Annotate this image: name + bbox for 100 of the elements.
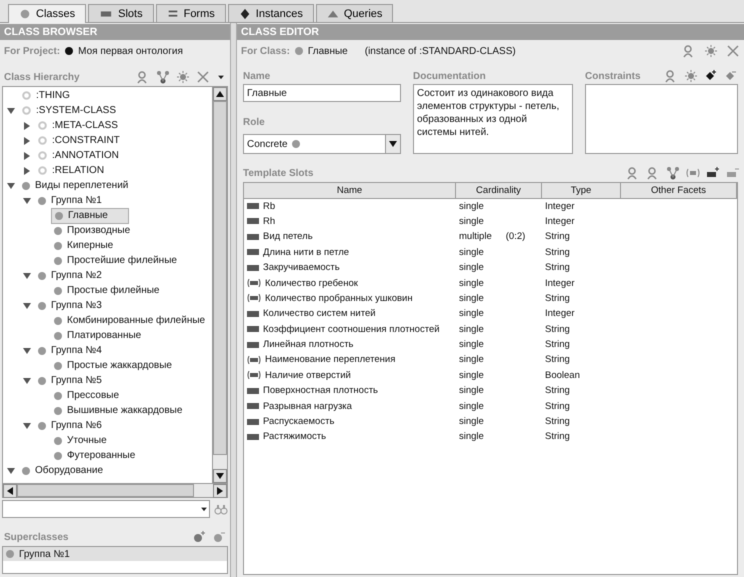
slot-icon xyxy=(247,326,259,332)
tree-node[interactable]: Простейшие филейные xyxy=(51,254,180,268)
tree-node[interactable]: :META-CLASS xyxy=(35,118,121,132)
expanded-triangle-icon[interactable] xyxy=(23,346,31,354)
tree-node[interactable]: :ANNOTATION xyxy=(35,148,122,162)
column-header[interactable]: Cardinality xyxy=(456,183,542,199)
tree-node[interactable]: Виды переплетений xyxy=(19,178,132,192)
expanded-triangle-icon[interactable] xyxy=(23,422,31,430)
diamond-remove-icon[interactable] xyxy=(724,69,738,83)
section-label: Class Hierarchy xyxy=(4,72,80,82)
tab[interactable]: Classes xyxy=(8,4,86,23)
table-cell-text: single xyxy=(458,308,485,320)
left-arrow-icon[interactable] xyxy=(7,487,13,495)
vertical-scrollbar[interactable] xyxy=(212,87,227,483)
table-cell: Растяжимость xyxy=(244,431,456,442)
tab[interactable]: Slots xyxy=(88,4,154,22)
nodes-icon[interactable] xyxy=(156,70,170,84)
table-cell-text: single xyxy=(458,385,485,396)
collapsed-triangle-icon[interactable] xyxy=(23,122,31,130)
tree-node[interactable]: :RELATION xyxy=(35,164,108,178)
field-label: Constraints xyxy=(585,70,641,82)
tree-node[interactable]: Группа №2 xyxy=(35,268,105,282)
column-header[interactable]: Type xyxy=(542,183,621,199)
constraints-field[interactable] xyxy=(585,84,738,154)
bracketed-slot-icon xyxy=(247,356,261,364)
caret-icon[interactable] xyxy=(389,141,397,147)
expanded-triangle-icon[interactable] xyxy=(7,182,15,190)
search-field[interactable] xyxy=(2,500,210,518)
tree-node[interactable]: Оборудование xyxy=(19,464,106,478)
tree-node[interactable]: :SYSTEM-CLASS xyxy=(19,104,120,118)
sun-icon[interactable] xyxy=(176,70,190,84)
tree-node[interactable]: Группа №1 xyxy=(35,194,105,208)
slot-add-icon[interactable] xyxy=(706,166,720,180)
collapsed-triangle-icon[interactable] xyxy=(23,166,31,174)
tree-node[interactable]: Прессовые xyxy=(51,388,122,402)
table-cell-text: String xyxy=(544,400,571,412)
nodes-icon[interactable] xyxy=(666,166,680,180)
tree-node[interactable]: :CONSTRAINT xyxy=(35,134,123,148)
bracketed-slot-icon xyxy=(247,279,261,288)
table-cell-text: String xyxy=(544,231,571,242)
circle-add-icon[interactable] xyxy=(192,530,206,544)
table-cell: Закручиваемость xyxy=(244,262,456,274)
superclass-item[interactable]: Группа №1 xyxy=(3,547,227,561)
column-header[interactable]: Name xyxy=(244,183,456,199)
sun-icon[interactable] xyxy=(684,69,698,83)
expanded-triangle-icon[interactable] xyxy=(23,272,31,280)
role-dropdown[interactable]: Concrete xyxy=(243,134,401,154)
slot-icon xyxy=(247,310,259,317)
table-cell: Rh xyxy=(244,216,456,227)
horizontal-scrollbar[interactable] xyxy=(3,483,227,497)
right-arrow-icon[interactable] xyxy=(217,487,223,495)
table-cell: Разрывная нагрузка xyxy=(244,400,456,412)
class-icon xyxy=(292,140,300,148)
tree-node[interactable]: Вышивные жаккардовые xyxy=(51,404,186,418)
class-name: Главные xyxy=(308,46,348,56)
tree-node[interactable]: Группа №6 xyxy=(35,418,105,432)
tree-node[interactable]: :THING xyxy=(19,88,73,102)
documentation-field[interactable]: Состоит из одинакового вида элементов структуры - петель, образованных из одной системы нитей. xyxy=(413,84,573,154)
field-label: Name xyxy=(243,70,270,82)
table-cell-text: single xyxy=(458,262,485,274)
section-label: Template Slots xyxy=(243,168,314,178)
tree-node[interactable]: Группа №4 xyxy=(35,344,105,358)
tree-node[interactable]: Киперные xyxy=(51,238,116,252)
tree-node[interactable]: Производные xyxy=(51,224,134,238)
tree-node[interactable]: Футерованные xyxy=(51,448,138,462)
tree-node[interactable]: Уточные xyxy=(51,434,110,448)
tree-node[interactable]: Простые жаккардовые xyxy=(51,358,175,372)
close-icon[interactable] xyxy=(726,44,740,58)
expanded-triangle-icon[interactable] xyxy=(23,376,31,384)
expanded-triangle-icon[interactable] xyxy=(7,106,15,114)
table-cell-text: single xyxy=(458,416,485,428)
tree-node[interactable]: Комбинированные филейные xyxy=(51,314,208,328)
table-cell-text: String xyxy=(544,339,571,350)
column-header[interactable]: Other Facets xyxy=(621,183,737,199)
tree-node[interactable]: Простые филейные xyxy=(51,284,162,298)
tab[interactable]: Queries xyxy=(316,4,394,22)
table-cell-text: single xyxy=(458,324,485,335)
tab[interactable]: Instances xyxy=(228,4,314,22)
expanded-triangle-icon[interactable] xyxy=(23,196,31,204)
table-cell-text: String xyxy=(544,354,571,366)
tree-node[interactable]: Платированные xyxy=(51,328,144,342)
diamond-add-icon[interactable] xyxy=(704,69,718,83)
tab[interactable]: Forms xyxy=(156,4,226,22)
bracketed-slot-icon xyxy=(247,294,261,302)
expanded-triangle-icon[interactable] xyxy=(7,466,15,474)
collapsed-triangle-icon[interactable] xyxy=(23,136,31,144)
expanded-triangle-icon[interactable] xyxy=(23,302,31,310)
close-icon[interactable] xyxy=(196,70,210,84)
project-label: For Project: xyxy=(4,46,60,56)
class-icon xyxy=(294,47,303,55)
tree-node[interactable]: Главные xyxy=(51,208,129,224)
down-arrow-icon[interactable] xyxy=(216,473,224,479)
up-arrow-icon[interactable] xyxy=(216,91,224,97)
bracketed-slot-icon[interactable] xyxy=(686,166,700,180)
tree-node[interactable]: Группа №5 xyxy=(35,374,105,388)
tree-node[interactable]: Группа №3 xyxy=(35,298,105,312)
sun-icon[interactable] xyxy=(704,44,718,58)
name-field[interactable]: Главные xyxy=(243,84,401,102)
collapsed-triangle-icon[interactable] xyxy=(23,152,31,160)
table-cell-text: single xyxy=(458,339,485,350)
